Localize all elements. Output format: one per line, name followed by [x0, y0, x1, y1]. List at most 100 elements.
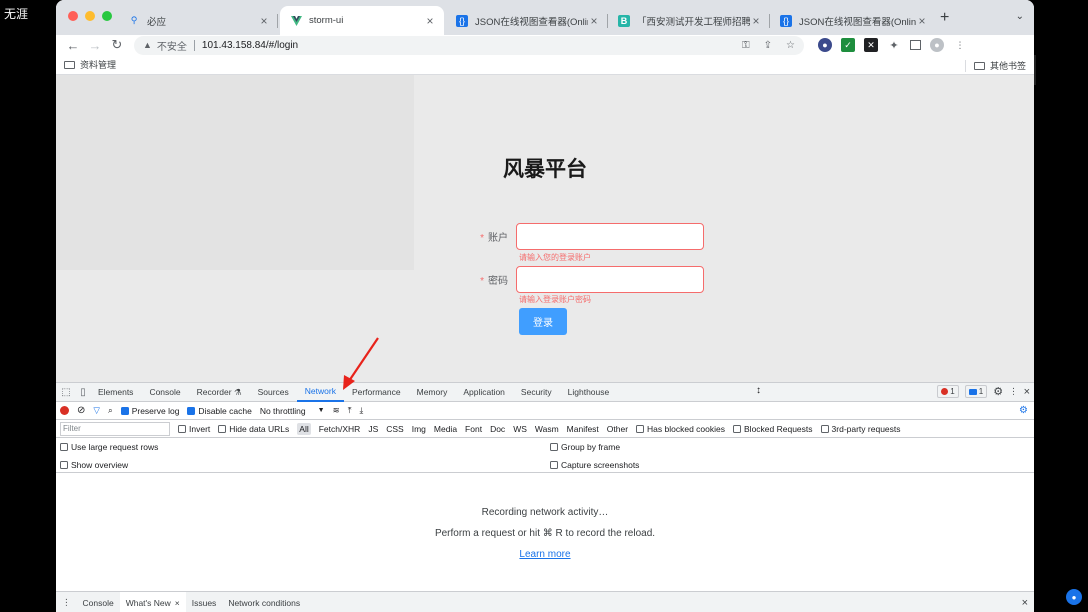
tab-recorder[interactable]: Recorder ⚗ — [189, 383, 250, 402]
vue-icon — [290, 15, 302, 27]
address-bar[interactable]: ▲ 不安全 101.43.158.84/#/login ⚿ ⇪ ☆ — [134, 35, 804, 55]
tab-job[interactable]: B 「西安测试开发工程师招聘」-20 × — [608, 6, 770, 35]
third-party-checkbox[interactable]: 3rd-party requests — [820, 424, 901, 434]
page-viewport: 风暴平台 * 账户 请输入您的登录账户 * 密码 请输入登录账户密码 登录 — [56, 75, 1034, 382]
preserve-log-checkbox[interactable]: Preserve log — [120, 406, 179, 416]
inspect-icon[interactable]: ⬚ — [59, 387, 73, 398]
new-tab-button[interactable]: + — [940, 9, 949, 27]
back-arrow-icon[interactable]: ← — [62, 38, 84, 53]
star-icon[interactable]: ☆ — [786, 40, 795, 51]
extension-icon-x[interactable]: ✕ — [864, 38, 878, 52]
tab-console[interactable]: Console — [141, 383, 188, 402]
blocked-cookies-checkbox[interactable]: Has blocked cookies — [636, 424, 725, 434]
filter-font[interactable]: Font — [465, 424, 482, 434]
filter-img[interactable]: Img — [412, 424, 426, 434]
tab-bing[interactable]: ⚲ 必应 × — [118, 6, 278, 35]
drawer-tab-network-conditions[interactable]: Network conditions — [222, 592, 306, 612]
resize-handle-icon[interactable]: ↕ — [756, 385, 761, 396]
invert-checkbox[interactable]: Invert — [178, 424, 210, 434]
filter-all[interactable]: All — [297, 422, 311, 435]
password-error: 请输入登录账户密码 — [519, 295, 591, 304]
chat-icon[interactable]: ● — [1066, 589, 1082, 605]
filter-doc[interactable]: Doc — [490, 424, 505, 434]
tab-memory[interactable]: Memory — [409, 383, 456, 402]
device-toggle-icon[interactable]: ▯ — [76, 387, 90, 398]
learn-more-link[interactable]: Learn more — [56, 549, 1034, 560]
throttling-select[interactable]: No throttling ▼ — [260, 406, 325, 416]
share-icon[interactable]: ⇪ — [764, 40, 772, 51]
close-icon[interactable]: × — [750, 14, 762, 28]
key-icon[interactable]: ⚿ — [742, 40, 750, 51]
close-icon[interactable]: × — [588, 14, 600, 28]
account-row: * 账户 — [456, 223, 704, 250]
close-window-button[interactable] — [68, 11, 78, 21]
tab-storm-ui[interactable]: storm-ui × — [280, 6, 444, 35]
puzzle-icon[interactable]: ✦ — [887, 38, 901, 52]
forward-arrow-icon[interactable]: → — [84, 38, 106, 53]
tab-json-viewer-2[interactable]: {} JSON在线视图查看器(Online JS × — [770, 6, 936, 35]
close-icon[interactable]: × — [424, 14, 436, 28]
filter-fetch-xhr[interactable]: Fetch/XHR — [319, 424, 361, 434]
large-rows-checkbox[interactable]: Use large request rows — [60, 442, 158, 452]
capture-screenshots-checkbox[interactable]: Capture screenshots — [550, 460, 639, 470]
record-icon[interactable] — [60, 406, 69, 415]
extension-icon-1[interactable]: ● — [818, 38, 832, 52]
more-icon[interactable]: ⋮ — [1009, 386, 1018, 397]
filter-icon[interactable]: ▽ — [93, 405, 100, 416]
wifi-icon[interactable]: ≋ — [333, 405, 340, 416]
filter-wasm[interactable]: Wasm — [535, 424, 559, 434]
blocked-requests-checkbox[interactable]: Blocked Requests — [733, 424, 813, 434]
search-icon[interactable]: ⌕ — [108, 405, 113, 416]
filter-ws[interactable]: WS — [513, 424, 527, 434]
filter-css[interactable]: CSS — [386, 424, 403, 434]
close-icon[interactable]: × — [1022, 597, 1028, 609]
gear-icon[interactable]: ⚙ — [993, 385, 1003, 398]
hide-data-urls-checkbox[interactable]: Hide data URLs — [218, 424, 289, 434]
error-badge[interactable]: 1 — [937, 385, 959, 398]
close-icon[interactable]: × — [258, 14, 270, 28]
drawer-tab-issues[interactable]: Issues — [186, 592, 223, 612]
tab-application[interactable]: Application — [455, 383, 513, 402]
tab-title: 必应 — [147, 16, 167, 28]
other-bookmarks[interactable]: 其他书签 — [990, 59, 1026, 72]
warning-icon: ▲ — [143, 40, 152, 50]
tab-sources[interactable]: Sources — [250, 383, 297, 402]
tab-security[interactable]: Security — [513, 383, 560, 402]
error-icon — [941, 388, 949, 395]
close-icon[interactable]: × — [1024, 386, 1030, 398]
close-icon[interactable]: × — [916, 14, 928, 28]
password-input[interactable] — [516, 266, 704, 293]
more-icon[interactable]: ⋮ — [953, 38, 967, 52]
chevron-down-icon[interactable]: ⌄ — [1016, 11, 1024, 22]
show-overview-checkbox[interactable]: Show overview — [60, 460, 128, 470]
minimize-window-button[interactable] — [85, 11, 95, 21]
reload-icon[interactable]: ↻ — [106, 37, 128, 53]
filter-manifest[interactable]: Manifest — [567, 424, 599, 434]
tab-performance[interactable]: Performance — [344, 383, 409, 402]
filter-media[interactable]: Media — [434, 424, 457, 434]
more-icon[interactable]: ⋮ — [56, 592, 77, 612]
disable-cache-checkbox[interactable]: Disable cache — [187, 406, 252, 416]
shield-icon[interactable]: ✓ — [841, 38, 855, 52]
login-button[interactable]: 登录 — [519, 308, 567, 335]
zoom-window-button[interactable] — [102, 11, 112, 21]
group-by-frame-checkbox[interactable]: Group by frame — [550, 442, 620, 452]
download-icon[interactable]: ⤓ — [359, 405, 363, 416]
upload-icon[interactable]: ⤒ — [348, 405, 352, 416]
tab-network[interactable]: Network — [296, 383, 344, 402]
filter-other[interactable]: Other — [607, 424, 628, 434]
sidebar-icon[interactable] — [910, 40, 921, 50]
clear-icon[interactable]: ⊘ — [77, 405, 85, 416]
filter-js[interactable]: JS — [368, 424, 378, 434]
filter-input[interactable]: Filter — [60, 421, 170, 436]
avatar[interactable]: ● — [930, 38, 944, 52]
message-badge[interactable]: 1 — [964, 385, 988, 398]
drawer-tab-console[interactable]: Console — [77, 592, 120, 612]
drawer-tab-whats-new[interactable]: What's New × — [119, 591, 186, 612]
gear-icon[interactable]: ⚙ — [1019, 405, 1028, 416]
tab-lighthouse[interactable]: Lighthouse — [560, 383, 618, 402]
account-input[interactable] — [516, 223, 704, 250]
bookmark-folder[interactable]: 资料管理 — [80, 58, 116, 71]
tab-json-viewer[interactable]: {} JSON在线视图查看器(Online JS × — [446, 6, 608, 35]
tab-elements[interactable]: Elements — [90, 383, 141, 402]
